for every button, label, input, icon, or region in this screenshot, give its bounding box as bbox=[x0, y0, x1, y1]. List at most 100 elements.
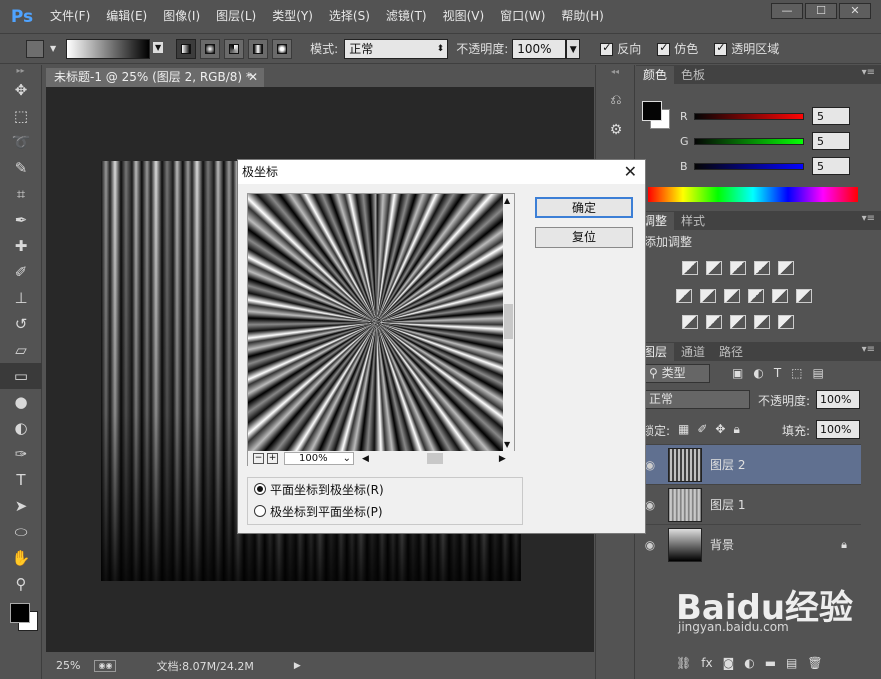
status-menu-arrow-icon[interactable]: ▶ bbox=[294, 661, 301, 671]
path-select-tool-icon[interactable]: ➤ bbox=[0, 493, 42, 519]
preview-image[interactable] bbox=[248, 194, 505, 451]
tools-grip-icon[interactable]: ▸▸ bbox=[0, 65, 41, 77]
filter-type-icon[interactable]: T bbox=[774, 366, 781, 380]
document-close-icon[interactable]: ✕ bbox=[248, 68, 258, 87]
tab-swatches[interactable]: 色板 bbox=[674, 66, 712, 84]
document-tab[interactable]: 未标题-1 @ 25% (图层 2, RGB/8) * ✕ bbox=[46, 68, 264, 87]
zoom-tool-icon[interactable]: ⚲ bbox=[0, 571, 42, 597]
filter-shape-icon[interactable]: ⬚ bbox=[791, 366, 802, 380]
layer-mask-icon[interactable]: ◙ bbox=[723, 656, 735, 670]
preview-vertical-scrollbar[interactable]: ▲ ▼ bbox=[503, 194, 514, 451]
posterize-icon[interactable] bbox=[706, 315, 722, 329]
pen-tool-icon[interactable]: ✑ bbox=[0, 441, 42, 467]
horizontal-scroll-thumb[interactable] bbox=[426, 453, 443, 464]
tool-preset-icon[interactable] bbox=[26, 39, 44, 58]
ok-button[interactable]: 确定 bbox=[535, 197, 633, 218]
scroll-left-icon[interactable]: ◀ bbox=[362, 454, 369, 464]
filter-smart-object-icon[interactable]: ▤ bbox=[813, 366, 824, 380]
reset-button[interactable]: 复位 bbox=[535, 227, 633, 248]
hue-saturation-icon[interactable] bbox=[676, 289, 692, 303]
reverse-checkbox[interactable]: 反向 bbox=[600, 40, 641, 57]
menu-view[interactable]: 视图(V) bbox=[435, 0, 493, 33]
marquee-tool-icon[interactable]: ⬚ bbox=[0, 103, 42, 129]
dodge-tool-icon[interactable]: ◐ bbox=[0, 415, 42, 441]
tool-preset-chevron-icon[interactable]: ▼ bbox=[50, 44, 56, 53]
scroll-down-icon[interactable]: ▼ bbox=[504, 440, 510, 449]
lock-image-icon[interactable]: ✐ bbox=[697, 422, 707, 437]
blue-value-input[interactable]: 5 bbox=[812, 157, 850, 175]
invert-icon[interactable] bbox=[682, 315, 698, 329]
lock-all-icon[interactable]: 🔒︎ bbox=[733, 422, 739, 437]
red-slider[interactable] bbox=[694, 112, 804, 120]
layer-name[interactable]: 图层 1 bbox=[710, 496, 745, 513]
gradient-map-icon[interactable] bbox=[778, 315, 794, 329]
vibrance-icon[interactable] bbox=[778, 261, 794, 275]
lock-transparent-icon[interactable]: ▦ bbox=[678, 422, 689, 437]
photo-filter-icon[interactable] bbox=[748, 289, 764, 303]
menu-filter[interactable]: 滤镜(T) bbox=[378, 0, 435, 33]
exposure-icon[interactable] bbox=[754, 261, 770, 275]
black-white-icon[interactable] bbox=[724, 289, 740, 303]
linear-gradient-button[interactable] bbox=[176, 38, 197, 59]
minimize-button[interactable]: — bbox=[771, 3, 803, 19]
history-panel-icon[interactable]: ⎌ bbox=[596, 85, 636, 115]
color-balance-icon[interactable] bbox=[700, 289, 716, 303]
layer-filter-select[interactable]: ⚲ 类型 bbox=[644, 364, 710, 383]
tab-channels[interactable]: 通道 bbox=[674, 343, 712, 361]
curves-icon[interactable] bbox=[730, 261, 746, 275]
layer-blend-mode-select[interactable]: 正常 bbox=[642, 390, 750, 409]
crop-tool-icon[interactable]: ⌗ bbox=[0, 181, 42, 207]
link-layers-icon[interactable]: ⛓ bbox=[676, 656, 691, 670]
eyedropper-tool-icon[interactable]: ✒ bbox=[0, 207, 42, 233]
opacity-input[interactable]: 100% bbox=[512, 38, 567, 59]
reflected-gradient-button[interactable] bbox=[248, 38, 269, 59]
layer-style-icon[interactable]: fx bbox=[701, 656, 712, 670]
zoom-level[interactable]: 25% bbox=[56, 659, 80, 672]
maximize-button[interactable]: ☐ bbox=[805, 3, 837, 19]
color-lookup-icon[interactable] bbox=[796, 289, 812, 303]
filter-pixel-icon[interactable]: ▣ bbox=[732, 366, 743, 380]
menu-layer[interactable]: 图层(L) bbox=[208, 0, 264, 33]
dialog-close-icon[interactable]: ✕ bbox=[624, 160, 637, 184]
dither-checkbox[interactable]: 仿色 bbox=[657, 40, 698, 57]
mode-select[interactable]: 正常 ⬍ bbox=[344, 38, 449, 59]
menu-help[interactable]: 帮助(H) bbox=[553, 0, 611, 33]
new-group-icon[interactable]: ▬ bbox=[765, 656, 776, 670]
menu-image[interactable]: 图像(I) bbox=[155, 0, 208, 33]
layers-panel-menu-icon[interactable]: ▾≡ bbox=[862, 344, 875, 355]
layer-row[interactable]: ◉ 背景 🔒︎ bbox=[636, 524, 861, 564]
layer-visibility-eye-icon[interactable]: ◉ bbox=[636, 538, 664, 552]
tab-paths[interactable]: 路径 bbox=[712, 343, 750, 361]
properties-panel-icon[interactable]: ⚙ bbox=[596, 115, 636, 145]
lock-position-icon[interactable]: ✥ bbox=[715, 422, 725, 437]
threshold-icon[interactable] bbox=[730, 315, 746, 329]
layer-opacity-input[interactable]: 100% bbox=[816, 390, 860, 409]
color-panel-menu-icon[interactable]: ▾≡ bbox=[862, 67, 875, 78]
color-fg-swatch[interactable] bbox=[642, 101, 662, 121]
green-slider[interactable] bbox=[694, 137, 804, 145]
radial-gradient-button[interactable] bbox=[200, 38, 221, 59]
brush-tool-icon[interactable]: ✐ bbox=[0, 259, 42, 285]
scroll-right-icon[interactable]: ▶ bbox=[499, 454, 506, 464]
preview-zoom-select[interactable]: 100% ⌄ bbox=[284, 452, 354, 465]
adjustments-panel-menu-icon[interactable]: ▾≡ bbox=[862, 213, 875, 224]
layer-row[interactable]: ◉ 图层 1 bbox=[636, 484, 861, 524]
rect-to-polar-label[interactable]: 平面坐标到极坐标(R) bbox=[270, 481, 384, 498]
dock-grip-icon[interactable]: ◂◂ bbox=[596, 65, 634, 85]
transparency-checkbox[interactable]: 透明区域 bbox=[714, 40, 779, 57]
preview-scroll-thumb[interactable] bbox=[504, 304, 513, 339]
polar-to-rect-radio[interactable] bbox=[254, 505, 266, 517]
gradient-chevron-icon[interactable]: ▼ bbox=[153, 41, 164, 53]
angle-gradient-button[interactable] bbox=[224, 38, 245, 59]
status-view-icon[interactable]: ◉◉ bbox=[94, 659, 117, 672]
menu-type[interactable]: 类型(Y) bbox=[264, 0, 321, 33]
layer-name[interactable]: 背景 bbox=[710, 536, 734, 553]
menu-file[interactable]: 文件(F) bbox=[42, 0, 98, 33]
color-spectrum-bar[interactable] bbox=[648, 187, 858, 202]
zoom-in-icon[interactable]: + bbox=[267, 453, 278, 464]
eraser-tool-icon[interactable]: ▱ bbox=[0, 337, 42, 363]
delete-layer-icon[interactable]: 🗑︎ bbox=[807, 656, 822, 670]
rect-to-polar-radio[interactable] bbox=[254, 483, 266, 495]
levels-icon[interactable] bbox=[706, 261, 722, 275]
fill-input[interactable]: 100% bbox=[816, 420, 860, 439]
